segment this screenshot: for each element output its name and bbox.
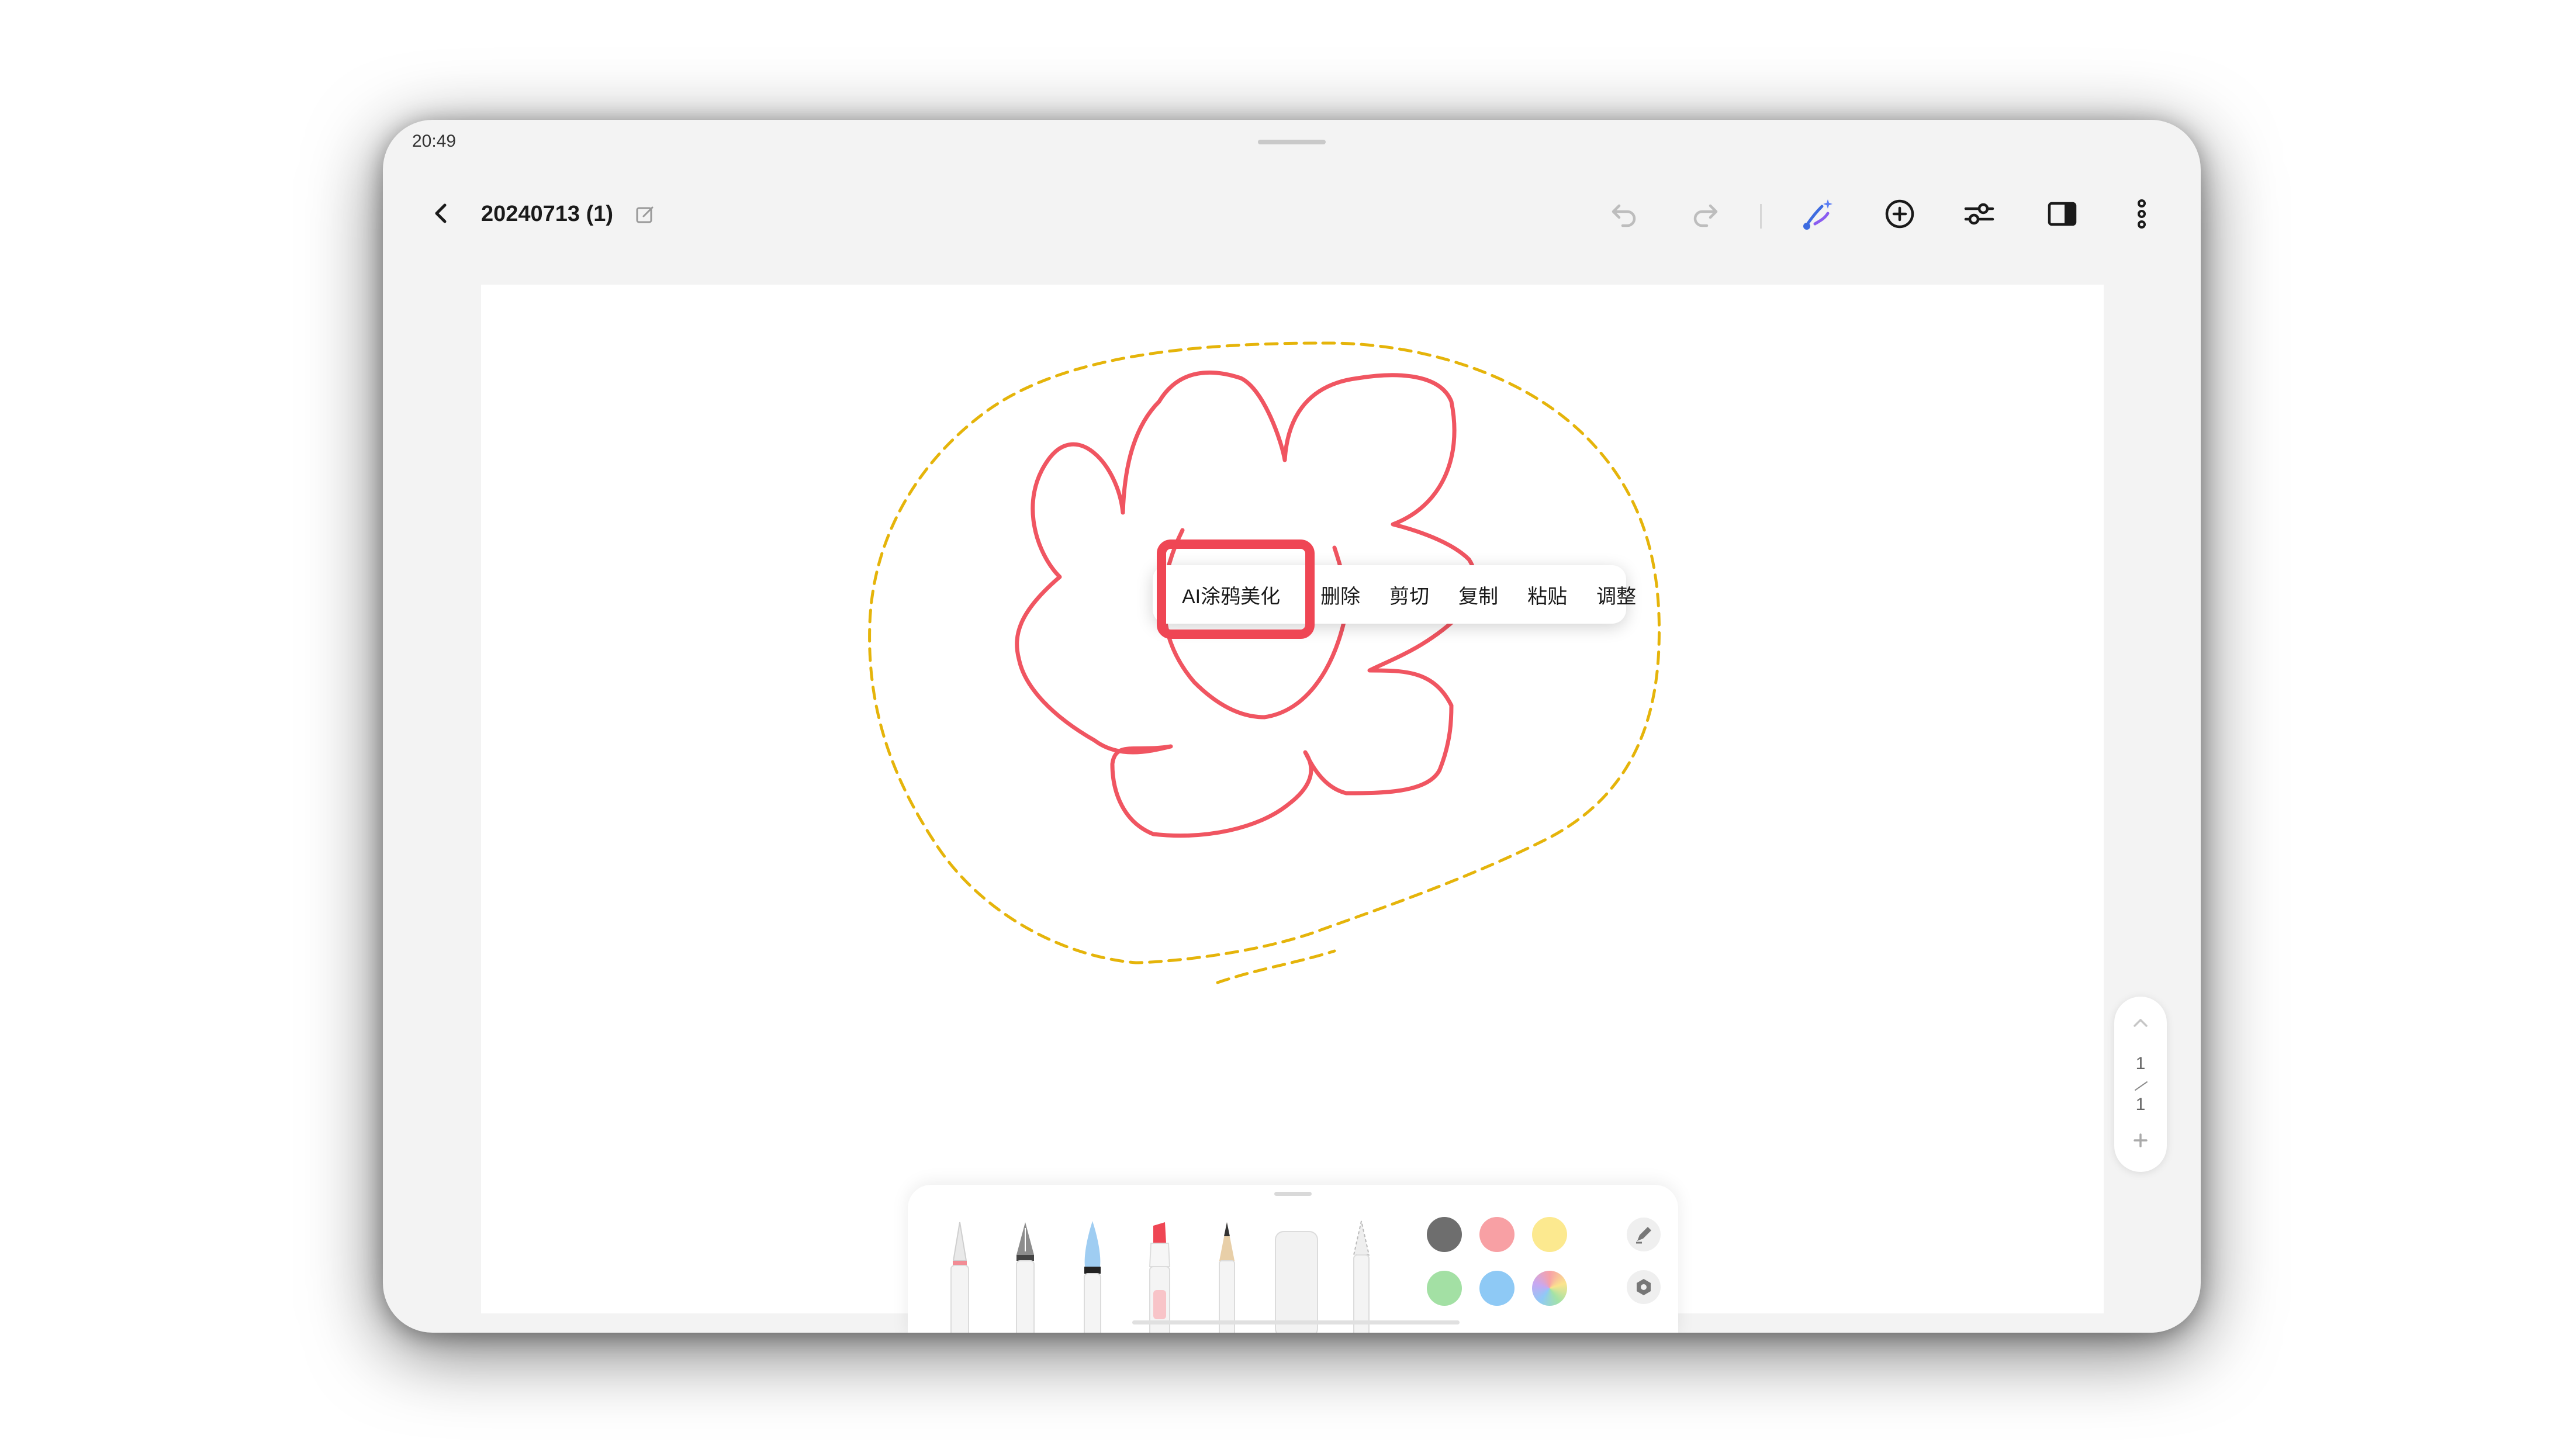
note-canvas[interactable]: AI涂鸦美化 删除 剪切 复制 粘贴 调整 (481, 285, 2104, 1313)
window-handle[interactable] (1258, 140, 1326, 144)
total-pages: 1 (2135, 1095, 2146, 1114)
back-button[interactable] (423, 195, 460, 232)
highlight-box (1157, 540, 1315, 639)
menu-adjust[interactable]: 调整 (1582, 580, 1651, 609)
gear-icon (1637, 1279, 1651, 1295)
page-divider (2134, 1081, 2148, 1091)
more-button[interactable] (2122, 195, 2161, 233)
page-navigator: 1 1 (2114, 997, 2167, 1172)
edit-icon (636, 206, 653, 223)
ai-doodle-button[interactable] (1799, 193, 1839, 234)
pen-toolbar (908, 1185, 1678, 1333)
back-icon (435, 203, 447, 223)
add-icon (1885, 199, 1914, 229)
highlighter-icon[interactable] (1142, 1220, 1178, 1333)
ballpoint-pen-icon[interactable] (942, 1220, 978, 1333)
status-time: 20:49 (412, 132, 457, 151)
pencil-icon[interactable] (1209, 1220, 1245, 1333)
page-up-icon[interactable] (2130, 1012, 2151, 1033)
eraser-icon[interactable] (1273, 1220, 1320, 1333)
menu-delete[interactable]: 删除 (1306, 580, 1375, 609)
toolbar-settings-button[interactable] (1627, 1270, 1661, 1304)
redo-button[interactable] (1686, 196, 1724, 233)
drawing-layer (868, 341, 1661, 984)
redo-icon (1693, 204, 1718, 227)
color-green[interactable] (1427, 1271, 1462, 1306)
undo-icon (1612, 204, 1636, 227)
color-custom[interactable] (1532, 1271, 1567, 1306)
ai-doodle-icon (1803, 199, 1832, 230)
tablet-screen: 20:49 20240713 (1) AI涂鸦美化 删除 剪切 复制 粘贴 调整… (383, 120, 2201, 1333)
menu-copy[interactable]: 复制 (1444, 580, 1513, 609)
side-panel-icon (2048, 202, 2077, 226)
undo-button[interactable] (1606, 196, 1643, 233)
pen-edit-icon (1636, 1227, 1651, 1244)
toolbar-handle[interactable] (1274, 1192, 1312, 1196)
tools-scrollbar[interactable] (1132, 1320, 1460, 1324)
pen-settings-button[interactable] (1627, 1218, 1661, 1251)
side-panel-button[interactable] (2043, 195, 2081, 233)
menu-cut[interactable]: 剪切 (1375, 580, 1444, 609)
note-title[interactable]: 20240713 (1) (481, 202, 613, 227)
color-gray[interactable] (1427, 1217, 1462, 1252)
toolbar-separator (1760, 204, 1762, 229)
adjust-button[interactable] (1960, 195, 1998, 233)
lasso-tool-icon[interactable] (1343, 1220, 1379, 1333)
add-page-icon[interactable] (2130, 1130, 2151, 1151)
insert-button[interactable] (1880, 195, 1919, 233)
rename-button[interactable] (632, 202, 658, 227)
color-yellow[interactable] (1532, 1217, 1567, 1252)
more-icon (2138, 199, 2146, 229)
color-blue[interactable] (1479, 1271, 1515, 1306)
color-pink[interactable] (1479, 1217, 1515, 1252)
current-page: 1 (2135, 1054, 2146, 1073)
fountain-pen-icon[interactable] (1007, 1220, 1043, 1333)
lasso-selection (868, 341, 1661, 964)
adjust-icon (1964, 203, 1994, 225)
menu-paste[interactable]: 粘贴 (1513, 580, 1582, 609)
brush-pen-icon[interactable] (1074, 1220, 1111, 1333)
